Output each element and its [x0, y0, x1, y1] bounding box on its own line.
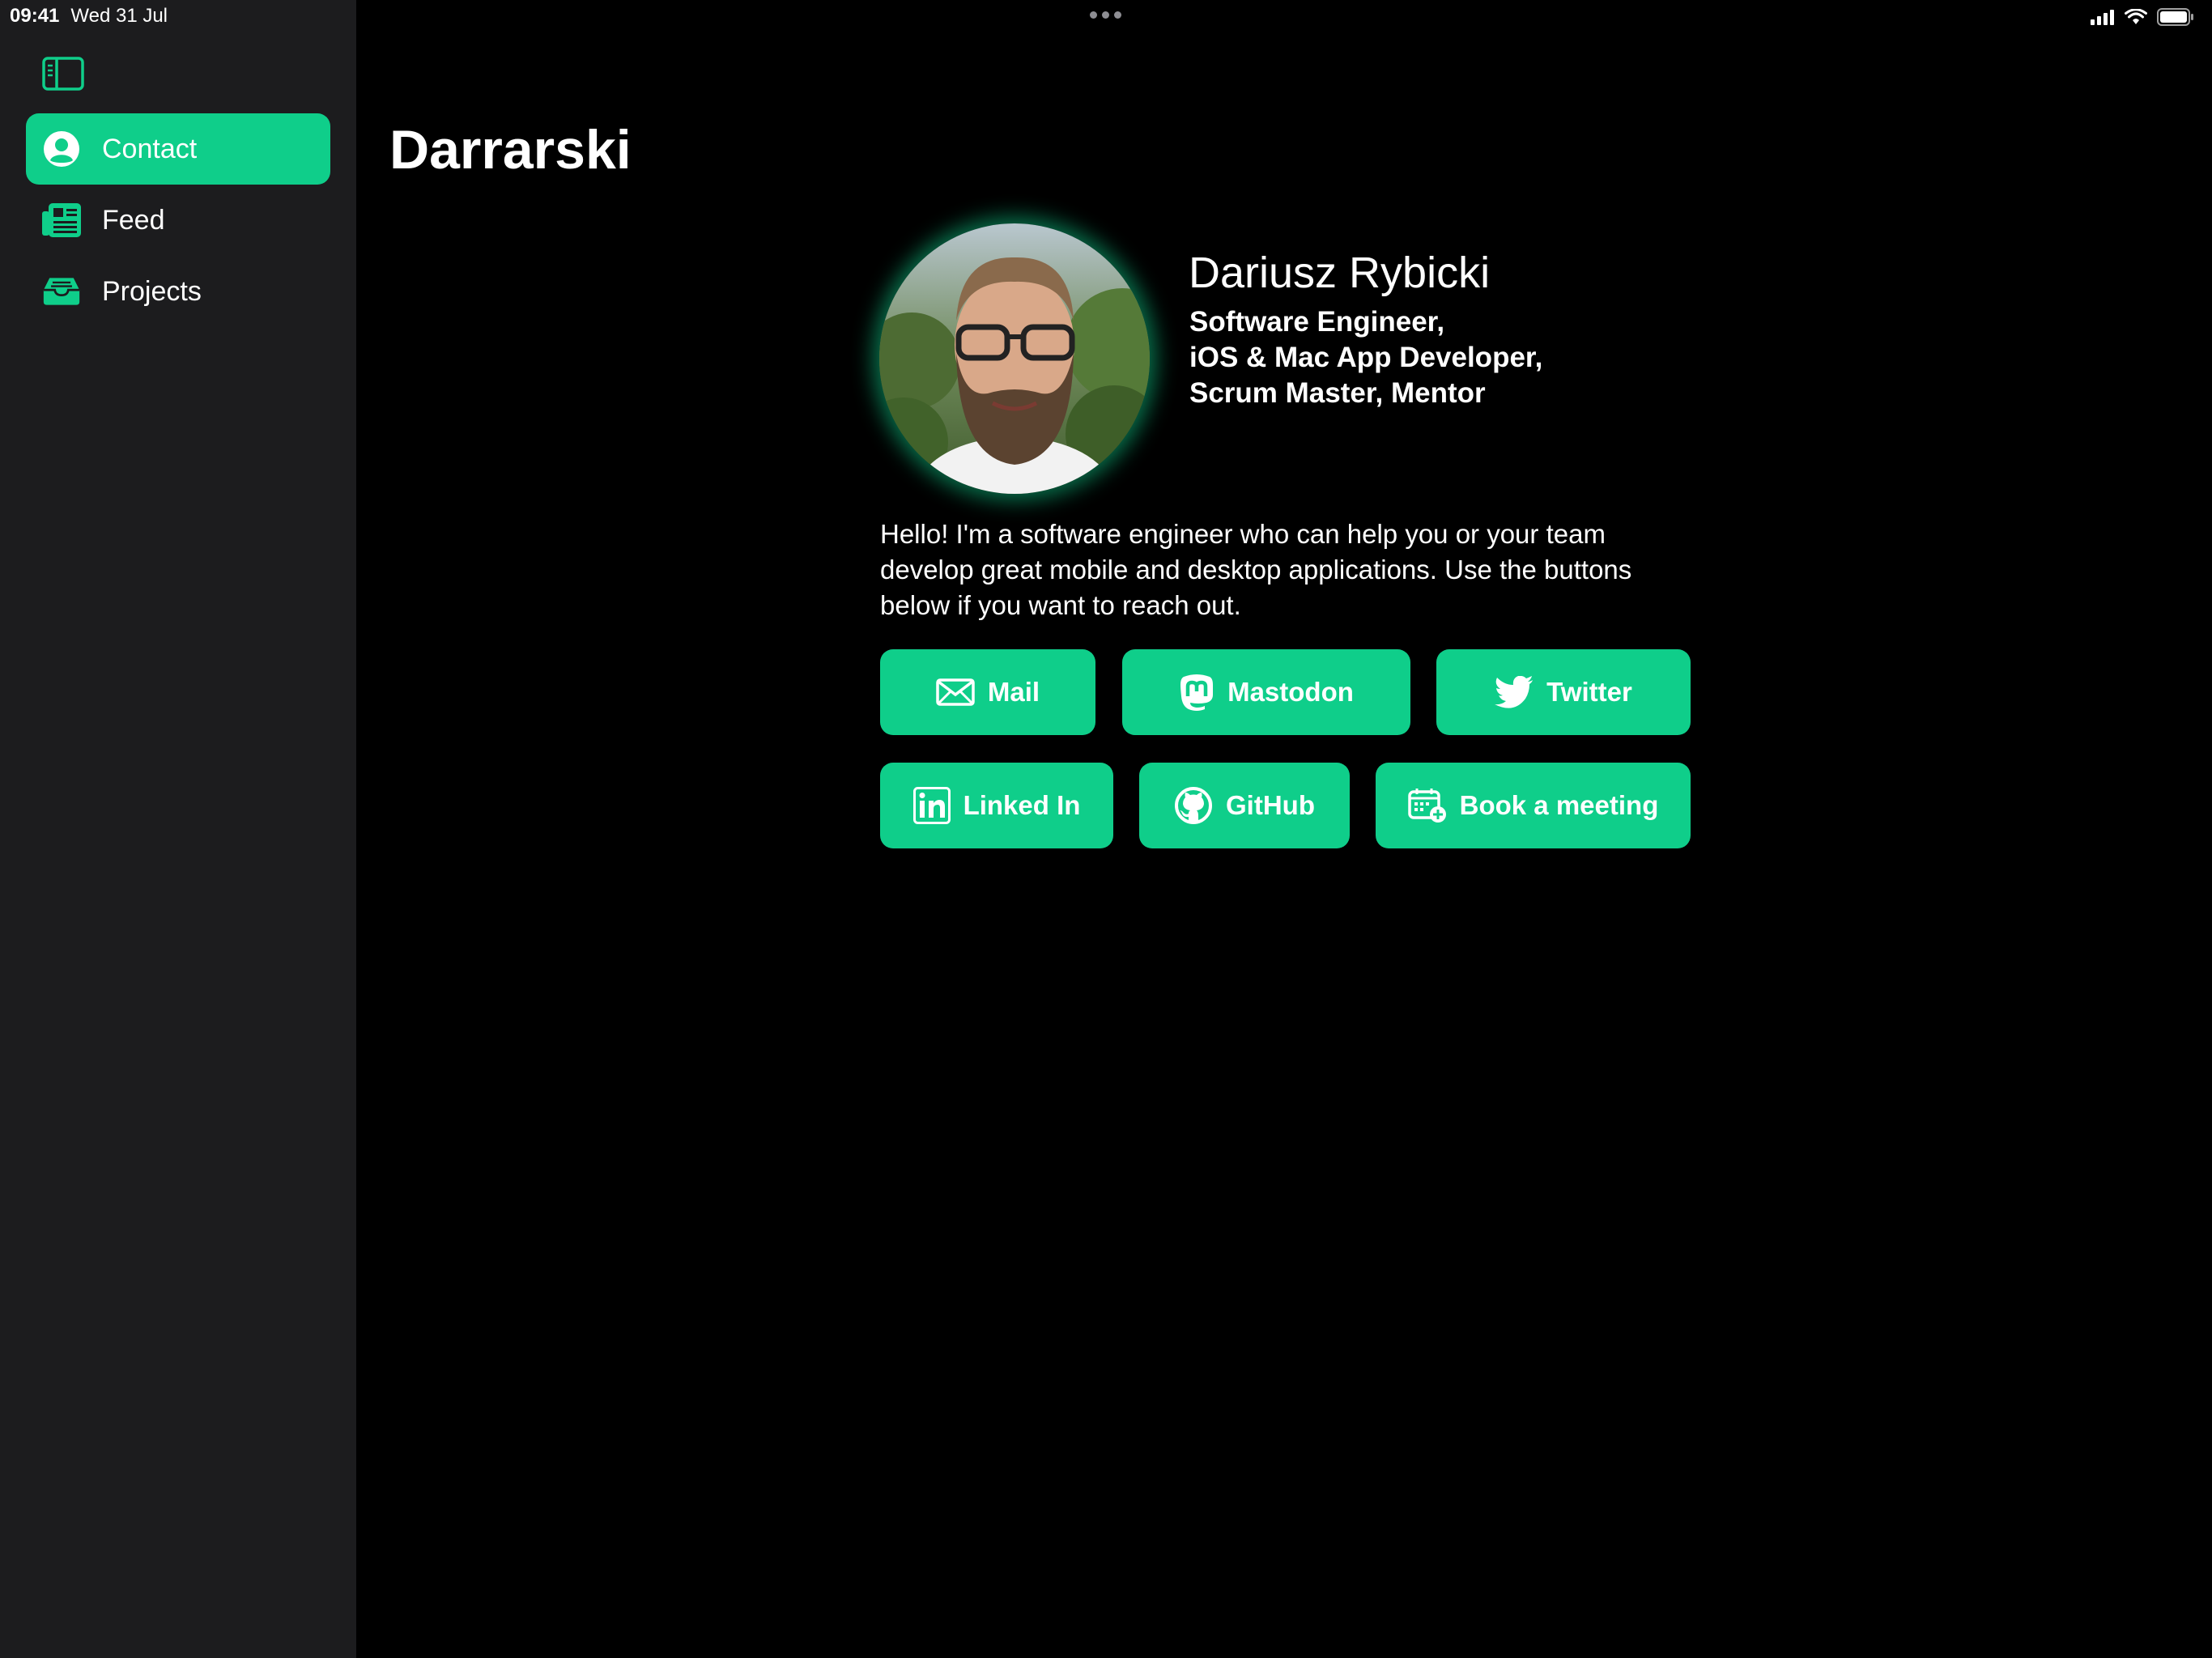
- profile-role: iOS & Mac App Developer,: [1189, 342, 1543, 373]
- sidebar-item-projects[interactable]: Projects: [26, 256, 330, 327]
- book-meeting-button[interactable]: Book a meeting: [1376, 763, 1691, 848]
- battery-icon: [2157, 8, 2194, 30]
- cellular-signal-icon: [2091, 9, 2115, 29]
- profile-role: Software Engineer,: [1189, 306, 1445, 338]
- newspaper-icon: [42, 201, 81, 240]
- envelope-icon: [936, 678, 975, 706]
- sidebar: 09:41 Wed 31 Jul Contact Feed Projects: [0, 0, 356, 1658]
- profile-bio: Hello! I'm a software engineer who can h…: [880, 519, 1632, 620]
- status-time-value: 09:41: [10, 5, 60, 27]
- status-date: Wed 31 Jul: [70, 5, 168, 27]
- button-label: Linked In: [963, 790, 1081, 820]
- sidebar-item-feed[interactable]: Feed: [26, 185, 330, 256]
- status-time: 09:41 Wed 31 Jul: [10, 5, 168, 28]
- twitter-icon: [1495, 676, 1534, 708]
- linkedin-button[interactable]: Linked In: [880, 763, 1113, 848]
- calendar-add-icon: [1407, 788, 1447, 823]
- mastodon-icon: [1179, 674, 1214, 711]
- sidebar-item-contact[interactable]: Contact: [26, 113, 330, 185]
- person-circle-icon: [42, 130, 81, 168]
- twitter-button[interactable]: Twitter: [1436, 649, 1691, 735]
- sidebar-toggle-icon[interactable]: [42, 57, 84, 91]
- profile-role: Scrum Master, Mentor: [1189, 377, 1486, 409]
- button-label: Book a meeting: [1459, 790, 1659, 820]
- multitasking-dots-icon[interactable]: [1090, 11, 1121, 19]
- avatar: [879, 223, 1150, 494]
- sidebar-item-label: Projects: [102, 275, 202, 307]
- mail-button[interactable]: Mail: [880, 649, 1095, 735]
- status-indicators: [2091, 8, 2194, 30]
- sidebar-item-label: Contact: [102, 133, 198, 164]
- github-icon: [1174, 786, 1213, 825]
- page-title: Darrarski: [389, 119, 632, 181]
- profile-name: Dariusz Rybicki: [1189, 249, 1491, 297]
- button-label: GitHub: [1226, 790, 1315, 820]
- button-label: Mastodon: [1227, 677, 1354, 707]
- github-button[interactable]: GitHub: [1139, 763, 1350, 848]
- button-label: Twitter: [1546, 677, 1632, 707]
- sidebar-item-label: Feed: [102, 204, 165, 236]
- mastodon-button[interactable]: Mastodon: [1122, 649, 1410, 735]
- wifi-icon: [2125, 8, 2147, 29]
- tray-icon: [42, 272, 81, 311]
- button-label: Mail: [987, 677, 1040, 707]
- linkedin-icon: [912, 787, 951, 824]
